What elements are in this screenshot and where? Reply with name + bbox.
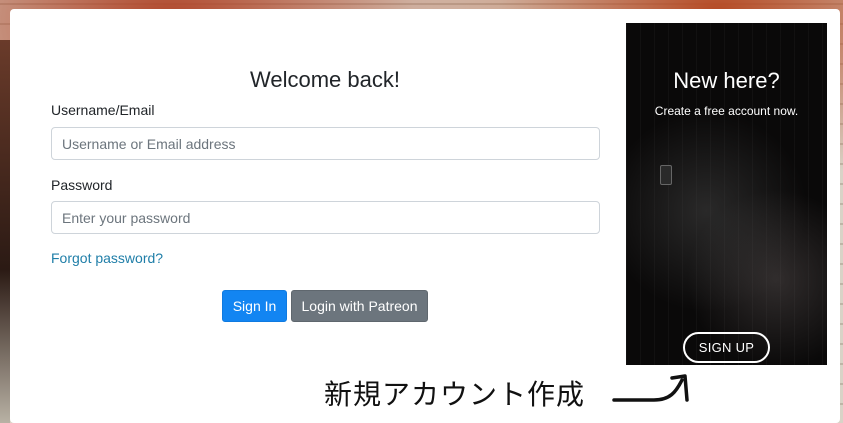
background-shadow: [0, 40, 10, 423]
sign-in-button[interactable]: Sign In: [222, 290, 287, 322]
forgot-password-link[interactable]: Forgot password?: [51, 250, 163, 266]
patreon-login-button[interactable]: Login with Patreon: [291, 290, 428, 322]
login-modal: Welcome back! Username/Email Username or…: [10, 9, 840, 423]
annotation-text: 新規アカウント作成: [324, 378, 586, 411]
password-input[interactable]: Enter your password: [51, 201, 600, 234]
username-label: Username/Email: [51, 102, 155, 118]
password-placeholder: Enter your password: [62, 209, 191, 226]
sign-up-button[interactable]: SIGN UP: [683, 332, 770, 363]
username-input[interactable]: Username or Email address: [51, 127, 600, 160]
username-placeholder: Username or Email address: [62, 135, 236, 152]
signup-promo-panel: New here? Create a free account now. SIG…: [626, 23, 827, 365]
curved-arrow-icon: [612, 374, 689, 402]
promo-subtitle: Create a free account now.: [654, 104, 799, 118]
lantern-decoration: [660, 165, 672, 185]
promo-title: New here?: [673, 68, 780, 93]
page-title: Welcome back!: [250, 67, 400, 92]
password-label: Password: [51, 177, 113, 193]
